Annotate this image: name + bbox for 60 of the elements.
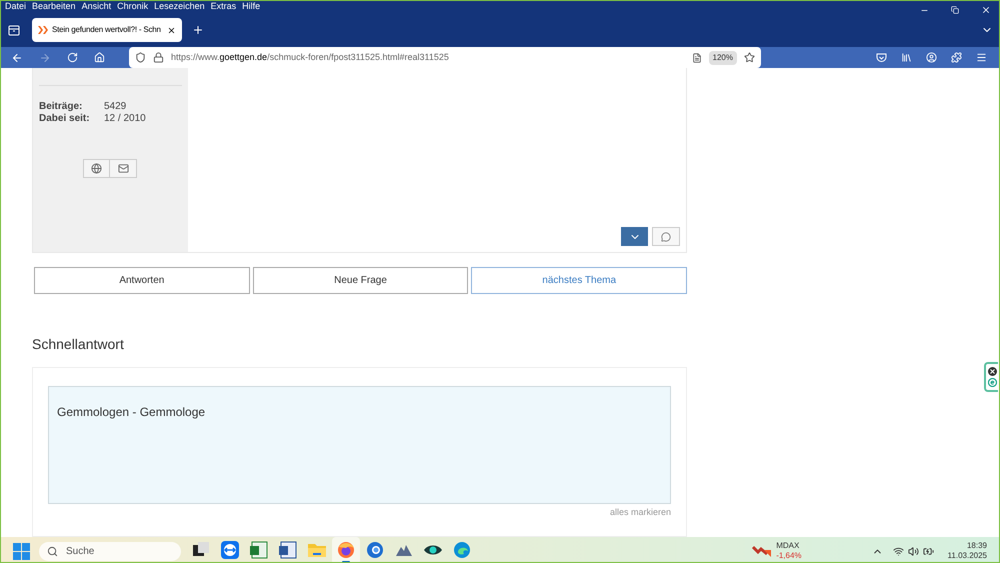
info-label: Dabei seit: — [39, 113, 91, 125]
zoom-badge[interactable]: 120% — [708, 50, 737, 64]
action-button[interactable]: Neue Frage — [252, 267, 468, 294]
menu-item[interactable]: Chronik — [117, 1, 148, 14]
arrows-icon[interactable] — [220, 540, 240, 560]
bookmark-star-icon[interactable] — [744, 52, 755, 63]
lock-icon[interactable] — [153, 52, 164, 63]
spreadsheet-icon[interactable] — [249, 540, 269, 560]
reload-icon[interactable] — [67, 52, 78, 63]
quote-button[interactable] — [652, 227, 680, 246]
menu-item[interactable]: Bearbeiten — [32, 1, 76, 14]
browser-tab[interactable]: Stein gefunden wertvoll?! - Schn — [32, 18, 182, 42]
info-value: 12 / 2010 — [104, 113, 146, 125]
new-tab-icon[interactable] — [192, 24, 204, 36]
start-icon[interactable] — [13, 542, 30, 560]
ticker-name: MDAX — [776, 541, 800, 551]
url-text: https://www.goettgen.de/schmuck-foren/fpost311525.html#real311525 — [171, 50, 449, 64]
close-icon[interactable] — [981, 5, 991, 15]
pocket-icon[interactable] — [876, 52, 887, 62]
battery-icon[interactable] — [922, 546, 934, 556]
chart-down-icon[interactable] — [752, 544, 772, 558]
envelope-icon — [118, 163, 128, 174]
shield-icon[interactable] — [135, 52, 146, 63]
taskbar-search-field[interactable]: Suche — [39, 542, 181, 560]
close-tab-icon[interactable] — [167, 26, 176, 34]
info-label: Beiträge: — [39, 101, 84, 113]
clock-date: 11.03.2025 — [948, 551, 987, 561]
menu-item[interactable]: Datei — [5, 1, 26, 14]
account-icon[interactable] — [926, 52, 937, 63]
website-button[interactable] — [83, 159, 110, 178]
reply-text-field[interactable]: Gemmologen - Gemmologe — [48, 386, 671, 504]
library-icon[interactable] — [901, 52, 912, 63]
reader-view-icon[interactable] — [692, 52, 702, 62]
action-button[interactable]: nächstes Thema — [471, 267, 688, 294]
wifi-icon[interactable] — [892, 546, 904, 556]
wave-icon[interactable] — [452, 540, 472, 560]
tab-list-icon[interactable] — [8, 24, 20, 36]
menu-item[interactable]: Ansicht — [82, 1, 112, 14]
close-circle-icon[interactable] — [988, 367, 996, 376]
search-icon — [47, 546, 58, 556]
menu-item[interactable]: Lesezeichen — [154, 1, 205, 14]
address-bar[interactable]: https://www.goettgen.de/schmuck-foren/fpost311525.html#real311525 120% — [129, 47, 761, 68]
section-heading: Schnellantwort — [32, 335, 125, 354]
ticker-change: -1,64% — [776, 551, 802, 561]
clock-time: 18:39 — [966, 541, 987, 551]
globe-icon — [91, 163, 102, 174]
restore-icon[interactable] — [951, 6, 959, 14]
email-button[interactable] — [110, 159, 137, 178]
speaker-icon[interactable] — [908, 546, 919, 556]
speech-bubble-icon — [661, 232, 671, 242]
menu-item[interactable]: Extras — [210, 1, 236, 14]
extensions-icon[interactable] — [951, 52, 962, 63]
back-icon[interactable] — [11, 52, 23, 64]
menu-item[interactable]: Hilfe — [242, 1, 260, 14]
menu-icon[interactable] — [976, 52, 987, 63]
info-value: 5429 — [104, 101, 126, 113]
action-button[interactable]: Antworten — [34, 267, 250, 294]
document-icon[interactable] — [278, 540, 298, 560]
chevrons-icon — [38, 26, 48, 34]
home-icon[interactable] — [94, 52, 105, 63]
